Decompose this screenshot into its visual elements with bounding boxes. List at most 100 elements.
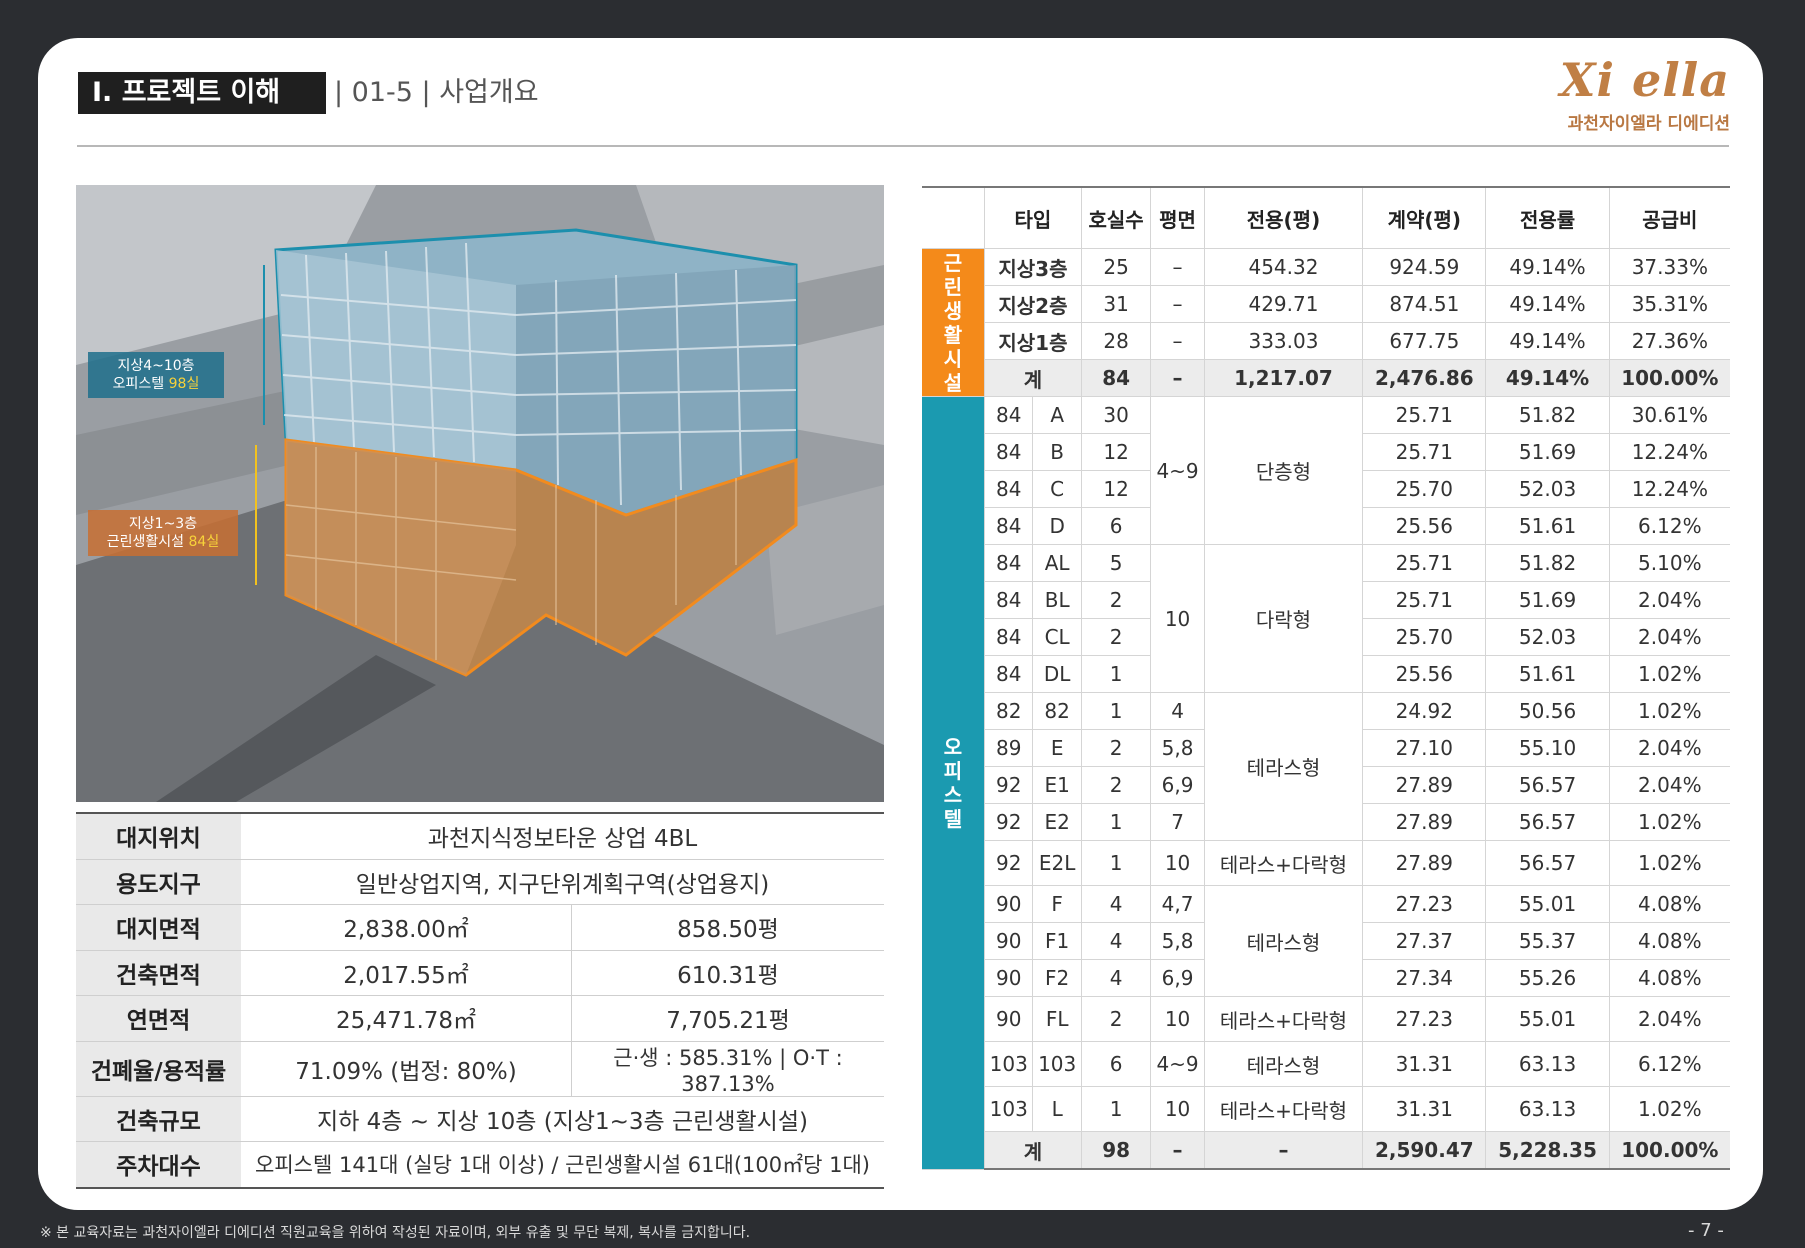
table-cell: 30.61% bbox=[1608, 396, 1730, 434]
table-cell: 52.03 bbox=[1485, 470, 1610, 508]
table-row: 84 AL 5 10 다락형 25.71 51.82 5.10% bbox=[922, 544, 1730, 693]
table-cell: 82 bbox=[1032, 692, 1082, 730]
table-cell: 49.14% bbox=[1485, 359, 1610, 397]
table-cell: 2.04% bbox=[1608, 729, 1730, 767]
table-sum-row: 계 98– –2,590.47 5,228.35 100.00% bbox=[922, 1131, 1730, 1170]
table-cell: 25.70 bbox=[1362, 470, 1486, 508]
table-cell: 49.14% bbox=[1485, 248, 1610, 286]
table-cell: 25.56 bbox=[1362, 507, 1486, 545]
table-sum-row: 계 84–1,217.07 2,476.86 49.14% 100.00% bbox=[922, 359, 1730, 397]
table-cell: 12.24% bbox=[1608, 470, 1730, 508]
table-cell: 4 bbox=[1080, 959, 1151, 997]
info-label: 건폐율/용적률 bbox=[76, 1040, 241, 1096]
table-cell: 429.71 bbox=[1203, 285, 1363, 323]
table-cell: 2 bbox=[1080, 618, 1151, 656]
table-cell: 37.33% bbox=[1608, 248, 1730, 286]
table-cell: 55.01 bbox=[1485, 885, 1610, 923]
table-cell: 1 bbox=[1080, 655, 1151, 693]
info-label: 건축면적 bbox=[76, 949, 241, 996]
unit-type-table: 타입 호실수 평면 전용(평) 계약(평) 전용률 공급비 근 린 생 활 시 설 지상3층… bbox=[922, 186, 1730, 1170]
table-cell: 2 bbox=[1080, 581, 1151, 619]
table-cell: 27.89 bbox=[1362, 840, 1486, 886]
table-cell: 25.71 bbox=[1362, 581, 1486, 619]
table-cell: 1 bbox=[1080, 692, 1151, 730]
table-row: 103 L 1 10 테라스+다락형 31.31 63.13 1.02% bbox=[922, 1086, 1730, 1132]
upper-tag-line2: 오피스텔 bbox=[112, 376, 169, 392]
table-cell: FL bbox=[1032, 996, 1082, 1042]
table-cell: 2 bbox=[1080, 729, 1151, 767]
table-cell: 31.31 bbox=[1362, 1041, 1486, 1087]
table-cell: 테라스+다락형 bbox=[1203, 996, 1363, 1042]
table-cell: – bbox=[1203, 1131, 1363, 1170]
table-cell: F bbox=[1032, 885, 1082, 923]
table-cell: 84 bbox=[983, 507, 1033, 545]
table-cell: 84 bbox=[983, 618, 1033, 656]
table-cell: – bbox=[1150, 1131, 1205, 1170]
logo-subtitle: 과천자이엘라 디에디션 bbox=[1567, 114, 1730, 134]
table-row: 90 F 4 4,7 테라스형 27.23 55.01 4.08% bbox=[922, 885, 1730, 997]
info-row: 건축규모 지하 4층 ~ 지상 10층 (지상1~3층 근린생활시설) bbox=[76, 1095, 884, 1142]
table-cell: 5.10% bbox=[1608, 544, 1730, 582]
table-cell: 51.69 bbox=[1485, 581, 1610, 619]
table-cell: 103 bbox=[983, 1086, 1033, 1132]
info-label: 대지면적 bbox=[76, 904, 241, 950]
table-cell: 6,9 bbox=[1150, 766, 1205, 804]
table-cell: 27.23 bbox=[1362, 885, 1486, 923]
col-header: 전용률 bbox=[1485, 186, 1610, 249]
col-header: 타입 bbox=[984, 186, 1082, 249]
table-cell: 25.71 bbox=[1362, 433, 1486, 471]
table-cell: 4~9 bbox=[1150, 396, 1205, 545]
table-cell: 6 bbox=[1080, 1041, 1151, 1087]
table-cell: 51.61 bbox=[1485, 655, 1610, 693]
table-cell: 6 bbox=[1080, 507, 1151, 545]
table-cell: 30 bbox=[1080, 396, 1151, 434]
table-cell: 90 bbox=[983, 996, 1033, 1042]
table-cell: DL bbox=[1032, 655, 1082, 693]
table-cell: CL bbox=[1032, 618, 1082, 656]
table-cell: 4~9 bbox=[1150, 1041, 1205, 1087]
table-cell: 31 bbox=[1080, 285, 1151, 323]
table-cell: F2 bbox=[1032, 959, 1082, 997]
table-cell: 6.12% bbox=[1608, 507, 1730, 545]
table-cell: 55.37 bbox=[1485, 922, 1610, 960]
table-cell: 6,9 bbox=[1150, 959, 1205, 997]
table-cell: 27.34 bbox=[1362, 959, 1486, 997]
table-cell: 1 bbox=[1080, 803, 1151, 841]
table-cell: B bbox=[1032, 433, 1082, 471]
info-row: 용도지구 일반상업지역, 지구단위계획구역(상업용지) bbox=[76, 858, 884, 905]
table-cell: 1 bbox=[1080, 1086, 1151, 1132]
info-row: 대지위치 과천지식정보타운 상업 4BL bbox=[76, 812, 884, 859]
info-value: 2,838.00㎡ bbox=[241, 904, 572, 950]
info-row: 건축면적 2,017.55㎡ 610.31평 bbox=[76, 949, 884, 996]
header-divider bbox=[77, 145, 1729, 147]
table-cell: 50.56 bbox=[1485, 692, 1610, 730]
project-info-table: 대지위치 과천지식정보타운 상업 4BL 용도지구 일반상업지역, 지구단위계획… bbox=[76, 812, 884, 1189]
table-cell: 84 bbox=[983, 544, 1033, 582]
table-cell: 25.56 bbox=[1362, 655, 1486, 693]
table-cell: 12.24% bbox=[1608, 433, 1730, 471]
table-cell: 55.10 bbox=[1485, 729, 1610, 767]
table-cell: F1 bbox=[1032, 922, 1082, 960]
table-cell: – bbox=[1150, 248, 1205, 286]
table-cell: 12 bbox=[1080, 433, 1151, 471]
upper-tag-line1: 지상4~10층 bbox=[117, 358, 195, 374]
table-cell: 100.00% bbox=[1608, 359, 1730, 397]
table-cell: 지상2층 bbox=[984, 285, 1082, 323]
table-cell: D bbox=[1032, 507, 1082, 545]
table-cell: BL bbox=[1032, 581, 1082, 619]
table-row: 92 E2L 1 10 테라스+다락형 27.89 56.57 1.02% bbox=[922, 840, 1730, 886]
table-row: 103 103 6 4~9 테라스형 31.31 63.13 6.12% bbox=[922, 1041, 1730, 1087]
table-cell: 333.03 bbox=[1203, 322, 1363, 360]
table-cell: 63.13 bbox=[1485, 1041, 1610, 1087]
table-cell: 103 bbox=[983, 1041, 1033, 1087]
unit-table-body: 근 린 생 활 시 설 지상3층 25–454.32 924.59 49.14% 37.33% 지상2… bbox=[922, 248, 1730, 1170]
lower-tag-line2-wrap: 근린생활시설 84실 bbox=[96, 533, 230, 551]
table-cell: 51.82 bbox=[1485, 544, 1610, 582]
col-header: 전용(평) bbox=[1203, 186, 1363, 249]
table-cell: 100.00% bbox=[1608, 1131, 1730, 1170]
table-cell: 1.02% bbox=[1608, 692, 1730, 730]
info-value: 오피스텔 141대 (실당 1대 이상) / 근린생활시설 61대(100㎡당 … bbox=[241, 1141, 884, 1189]
table-cell: – bbox=[1150, 322, 1205, 360]
info-label: 연면적 bbox=[76, 995, 241, 1041]
table-cell: 테라스형 bbox=[1203, 692, 1363, 841]
